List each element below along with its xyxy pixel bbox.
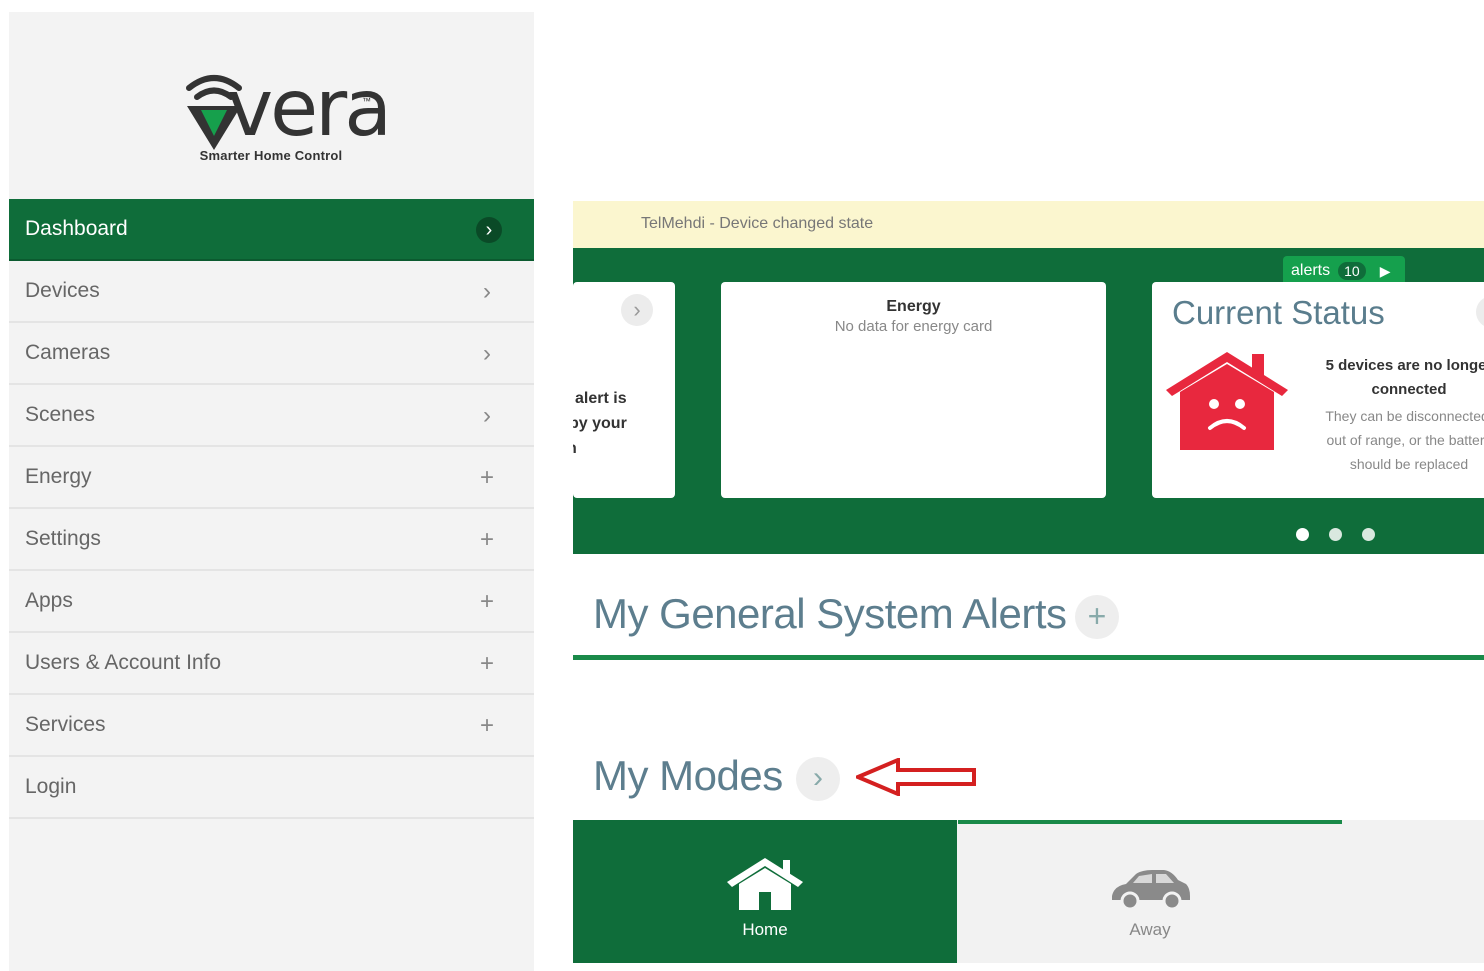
plus-icon: + [479, 712, 494, 739]
sidebar-item-label: Login [25, 775, 77, 798]
energy-card-subtitle: No data for energy card [834, 318, 993, 335]
alert-card-text: alert is by your n [573, 386, 627, 461]
plus-icon: + [479, 526, 494, 553]
energy-card-title: Energy [886, 298, 941, 315]
sidebar-item-settings[interactable]: Settings + [9, 509, 534, 571]
carousel-dot[interactable] [1296, 528, 1309, 541]
sidebar-item-label: Services [25, 713, 106, 736]
sidebar-item-services[interactable]: Services + [9, 695, 534, 757]
sidebar-item-label: Apps [25, 589, 73, 612]
sidebar-item-cameras[interactable]: Cameras › [9, 323, 534, 385]
plus-icon: + [479, 588, 494, 615]
carousel-dot[interactable] [1329, 528, 1342, 541]
chevron-right-icon: › [483, 278, 491, 305]
sidebar-item-label: Devices [25, 279, 100, 302]
add-alert-button[interactable]: + [1075, 595, 1119, 639]
sidebar-item-label: Scenes [25, 403, 96, 426]
status-description-line: They can be disconnected, [1325, 408, 1484, 424]
general-alerts-title: My General System Alerts [593, 590, 1067, 637]
sidebar-nav: Dashboard › Devices › Cameras › Scenes ›… [9, 199, 534, 819]
chevron-right-icon: › [483, 340, 491, 367]
car-icon [1112, 870, 1190, 911]
alert-card-line: alert is [575, 390, 627, 407]
current-status-card[interactable]: Current Status 5 devices are no longer c… [1152, 282, 1484, 498]
status-description-line: should be replaced [1349, 456, 1469, 472]
my-modes-title: My Modes [593, 752, 783, 799]
mode-label: Away [1129, 920, 1171, 939]
alerts-count-badge: 10 [1338, 262, 1366, 280]
carousel-pagination [1296, 528, 1375, 541]
sidebar-item-apps[interactable]: Apps + [9, 571, 534, 633]
plus-icon: + [479, 650, 494, 677]
logo-wordmark: vera [227, 64, 392, 154]
carousel-dot[interactable] [1362, 528, 1375, 541]
alert-card-partial: › alert is by your n [573, 282, 675, 498]
sidebar-item-scenes[interactable]: Scenes › [9, 385, 534, 447]
chevron-right-icon: › [483, 402, 491, 429]
dashboard-carousel: alerts 10 ▶ › alert is by your n Energy … [573, 248, 1484, 554]
house-icon [727, 858, 803, 910]
plus-icon: + [479, 464, 494, 491]
mode-home-button[interactable]: Home [573, 820, 957, 963]
section-divider [573, 655, 1484, 660]
sad-house-icon [1166, 352, 1288, 450]
carousel-next-button[interactable] [1476, 296, 1484, 328]
alert-card-line: n [573, 436, 627, 461]
sidebar-item-label: Dashboard [25, 217, 128, 240]
energy-card[interactable]: Energy No data for energy card [721, 282, 1106, 498]
logo-tagline: Smarter Home Control [199, 148, 343, 163]
modes-chevron-button[interactable]: › [796, 757, 840, 801]
notification-banner[interactable]: TelMehdi - Device changed state [573, 201, 1484, 248]
status-headline-line: 5 devices are no longer [1325, 357, 1484, 374]
sidebar-item-label: Settings [25, 527, 101, 550]
sidebar-item-users-account-info[interactable]: Users & Account Info + [9, 633, 534, 695]
modes-bar: Home Away [573, 820, 1484, 963]
sidebar-item-dashboard[interactable]: Dashboard › [9, 199, 534, 261]
sidebar: vera ™ Smarter Home Control Dashboard › … [9, 12, 534, 971]
chevron-right-icon: › [476, 217, 502, 243]
sidebar-item-label: Users & Account Info [25, 651, 222, 674]
sidebar-item-login[interactable]: Login [9, 757, 534, 819]
status-description: They can be disconnected, out of range, … [1296, 404, 1484, 476]
alerts-label: alerts [1291, 262, 1331, 279]
app-root: vera ™ Smarter Home Control Dashboard › … [0, 0, 1484, 971]
status-headline: 5 devices are no longer connected [1298, 354, 1484, 402]
mode-away-button[interactable]: Away [958, 820, 1342, 963]
current-status-title: Current Status [1172, 294, 1385, 331]
mode-label: Home [742, 920, 788, 939]
status-headline-line: connected [1371, 381, 1447, 398]
sidebar-item-label: Cameras [25, 341, 111, 364]
play-arrow-icon: ▶ [1379, 262, 1391, 279]
carousel-nav-button[interactable]: › [621, 294, 653, 326]
alert-card-line: by your [573, 415, 627, 432]
vera-logo[interactable]: vera ™ Smarter Home Control [9, 12, 534, 198]
status-description-line: out of range, or the battery [1326, 432, 1484, 448]
notification-text: TelMehdi - Device changed state [641, 215, 874, 232]
sidebar-item-label: Energy [25, 465, 92, 488]
sidebar-item-devices[interactable]: Devices › [9, 261, 534, 323]
sidebar-item-energy[interactable]: Energy + [9, 447, 534, 509]
logo-trademark: ™ [362, 96, 371, 106]
red-annotation-arrow-icon [856, 758, 976, 796]
